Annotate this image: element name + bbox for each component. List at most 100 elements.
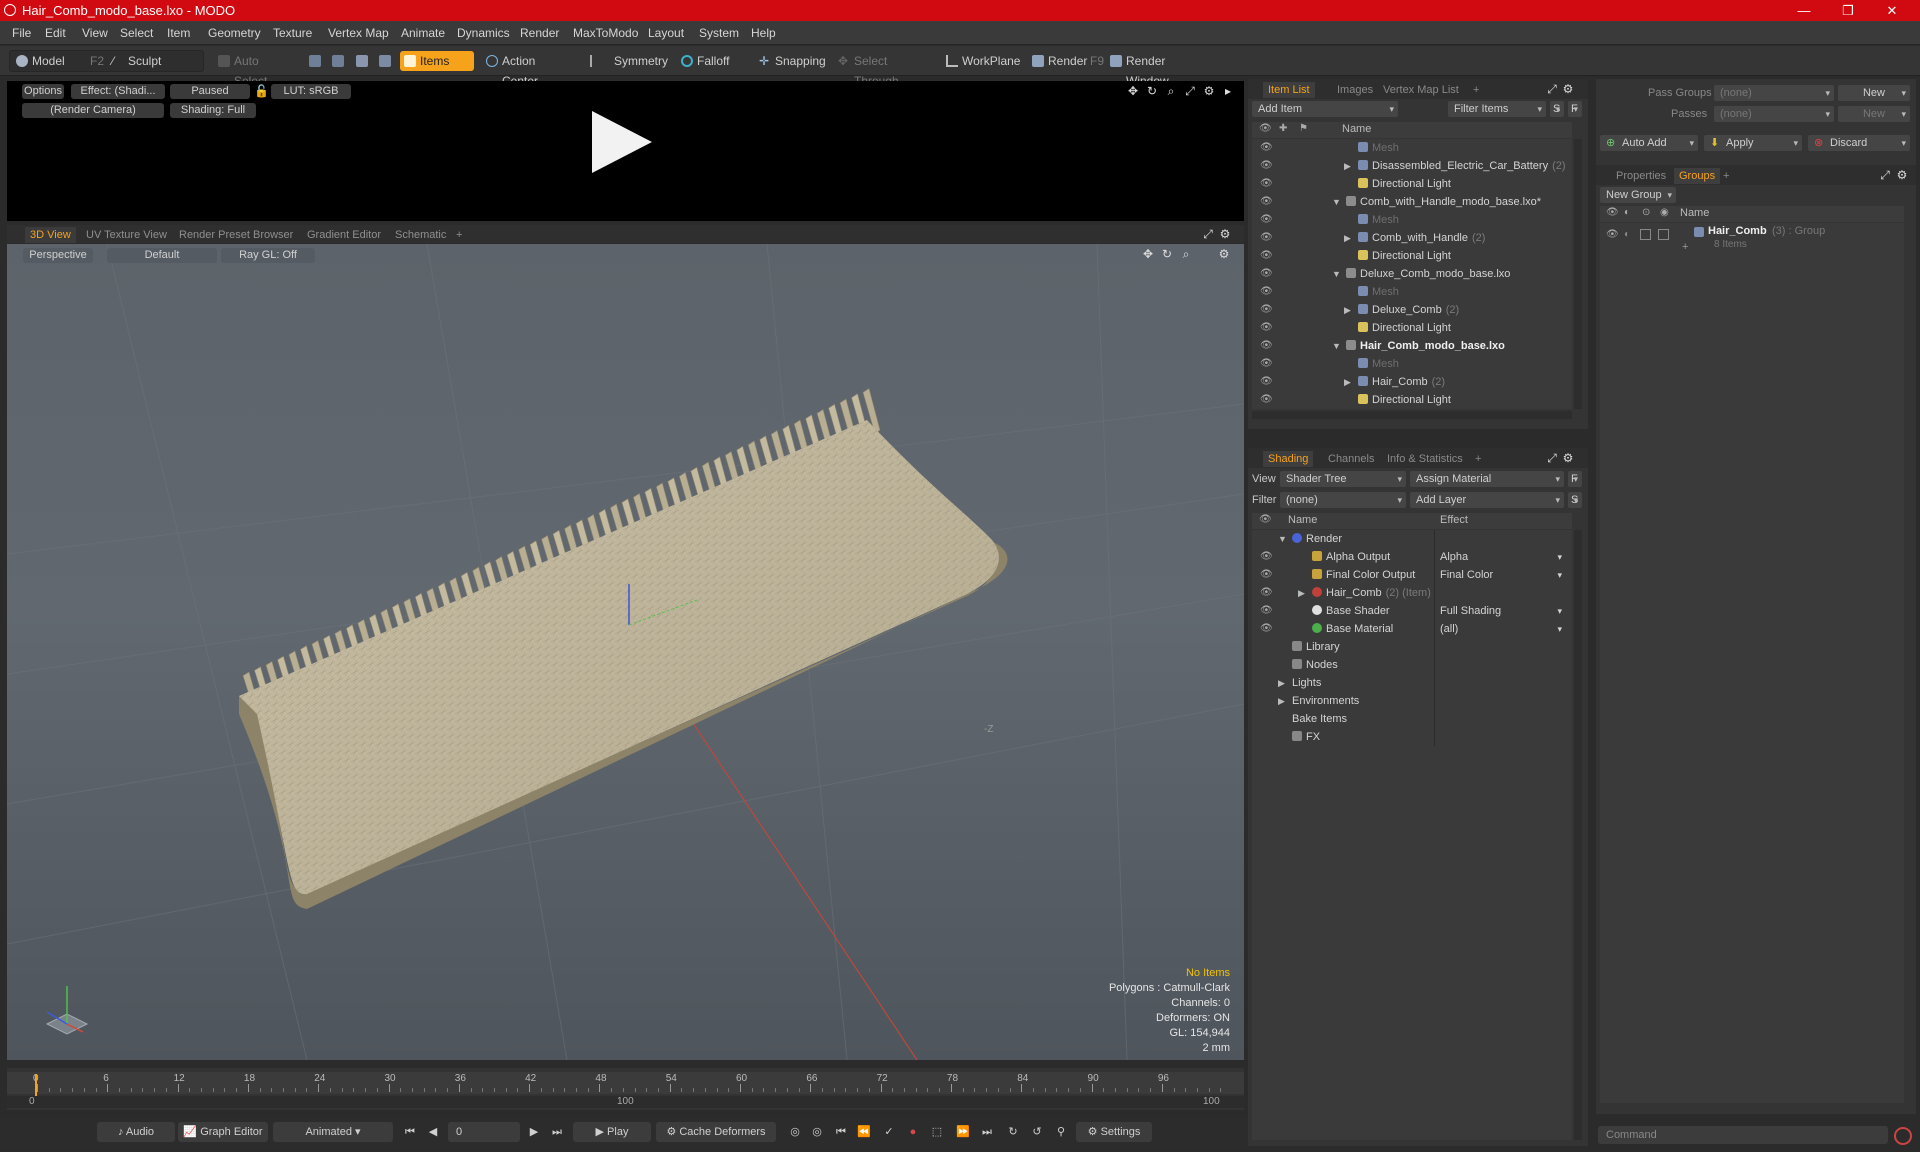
item-row[interactable]: 👁 Mesh (1252, 139, 1572, 157)
tab-groups[interactable]: Groups (1674, 168, 1721, 184)
sculpt-mode-button[interactable]: ⁄ Sculpt (108, 51, 198, 71)
tab-3d-view[interactable]: 3D View (25, 227, 76, 243)
edges-mode-button[interactable] (328, 51, 346, 71)
audio-button[interactable]: ♪ Audio (97, 1122, 175, 1142)
visibility-eye-icon[interactable]: 👁 (1260, 139, 1273, 157)
keyframes-icon[interactable]: ⬚ (928, 1122, 946, 1142)
falloff-button[interactable]: Falloff (677, 51, 743, 71)
shader-eye-icon[interactable]: 👁 (1260, 548, 1273, 566)
item-list-scrollbar[interactable] (1574, 139, 1582, 409)
rotate-icon[interactable]: ↻ (1146, 85, 1158, 97)
group-lock-checkbox[interactable] (1640, 229, 1651, 240)
pan-icon[interactable]: ✥ (1127, 85, 1139, 97)
menu-render[interactable]: Render (520, 26, 559, 40)
expand-arrow-icon[interactable]: ▶ (1298, 584, 1305, 602)
expand-arrow-icon[interactable]: ▶ (1278, 692, 1285, 710)
timeline-ruler[interactable] (7, 1072, 1244, 1094)
add-groups-tab[interactable]: + (1718, 168, 1734, 184)
auto-key-icon[interactable]: ◎ (808, 1122, 826, 1142)
groups-expand-icon[interactable]: ⤢ (1879, 169, 1891, 181)
item-row[interactable]: 👁 Directional Light (1252, 391, 1572, 409)
visibility-eye-icon[interactable]: 👁 (1260, 319, 1273, 337)
new-pass-button[interactable]: New (1838, 106, 1910, 122)
effect-dropdown[interactable]: Full Shading ▾ (1440, 602, 1566, 620)
viewport-gear-icon[interactable]: ⚙ (1219, 228, 1231, 240)
auto-select-button[interactable]: Auto Select (214, 51, 294, 88)
item-row[interactable]: 👁 ▶ Comb_with_Handle (2) (1252, 229, 1572, 247)
shading-f-button[interactable]: F (1568, 471, 1582, 487)
ray-gl-toggle[interactable]: Ray GL: Off (221, 248, 315, 263)
perspective-dropdown[interactable]: Perspective (23, 248, 93, 263)
apply-button[interactable]: ⬇ Apply (1704, 135, 1802, 151)
effect-dropdown[interactable]: Final Color ▾ (1440, 566, 1566, 584)
shader-eye-icon[interactable]: 👁 (1260, 602, 1273, 620)
tab-schematic[interactable]: Schematic (390, 227, 451, 243)
cache-deformers-button[interactable]: ⚙ Cache Deformers (656, 1122, 776, 1142)
group-select-checkbox[interactable] (1658, 229, 1669, 240)
item-row[interactable]: 👁 Directional Light (1252, 319, 1572, 337)
group-select-column-icon[interactable]: ◉ (1660, 207, 1669, 218)
first-frame-icon[interactable]: ⏮ (400, 1122, 420, 1142)
new-pass-group-button[interactable]: New (1838, 85, 1910, 101)
back-key-icon[interactable]: ⏪ (855, 1122, 873, 1142)
3d-viewport[interactable]: Perspective Default Ray GL: Off ✥ ↻ ⌕ ⚙ … (7, 244, 1244, 1060)
menu-system[interactable]: System (699, 26, 739, 40)
discard-button[interactable]: ⊗ Discard (1808, 135, 1910, 151)
model-mode-button[interactable]: Model F2 (12, 51, 107, 71)
item-list-expand-icon[interactable]: ⤢ (1546, 83, 1558, 95)
passes-dropdown[interactable]: (none) (1714, 106, 1834, 122)
item-list-f-button[interactable]: F (1568, 101, 1582, 117)
materials-mode-button[interactable] (375, 51, 393, 71)
tab-images[interactable]: Images (1332, 82, 1378, 98)
prev-key-icon[interactable]: ⏮ (832, 1122, 850, 1142)
shader-row[interactable]: ▶ Environments (1252, 692, 1572, 710)
last-frame-icon[interactable]: ⏭ (547, 1122, 567, 1142)
shader-tree-scrollbar[interactable] (1574, 530, 1582, 1140)
item-row[interactable]: 👁 ▶ Deluxe_Comb (2) (1252, 301, 1572, 319)
filter-items-field[interactable]: Filter Items (1448, 101, 1546, 117)
forward-key-icon[interactable]: ⏩ (954, 1122, 972, 1142)
item-row[interactable]: 👁 Directional Light (1252, 175, 1572, 193)
add-tab-button[interactable]: + (451, 227, 467, 243)
lock-column-icon[interactable]: ✚ (1279, 123, 1287, 134)
item-row[interactable]: 👁 Mesh (1252, 355, 1572, 373)
render-shading-dropdown[interactable]: Shading: Full (170, 103, 256, 118)
shader-visibility-column-icon[interactable]: 👁 (1259, 514, 1272, 525)
shader-view-dropdown[interactable]: Shader Tree (1280, 471, 1406, 487)
menu-file[interactable]: File (12, 26, 31, 40)
group-eye-icon[interactable]: 👁 (1606, 229, 1619, 240)
effect-dropdown[interactable]: (all) ▾ (1440, 620, 1566, 638)
shading-filter-dropdown[interactable]: (none) (1280, 492, 1406, 508)
visibility-eye-icon[interactable]: 👁 (1260, 391, 1273, 409)
expand-arrow-icon[interactable]: ▶ (1344, 301, 1351, 319)
next-key-icon[interactable]: ⏭ (978, 1122, 996, 1142)
shader-row[interactable]: 👁 Final Color Output Final Color ▾ (1252, 566, 1572, 584)
menu-layout[interactable]: Layout (648, 26, 684, 40)
shader-row[interactable]: 👁 Alpha Output Alpha ▾ (1252, 548, 1572, 566)
shading-s-button[interactable]: S (1568, 492, 1582, 508)
viewport-rotate-icon[interactable]: ↻ (1161, 248, 1173, 260)
options-icon[interactable]: ⚲ (1052, 1122, 1070, 1142)
shader-row[interactable]: FX (1252, 728, 1572, 746)
visibility-eye-icon[interactable]: 👁 (1260, 193, 1273, 211)
menu-view[interactable]: View (82, 26, 108, 40)
menu-help[interactable]: Help (751, 26, 776, 40)
group-row-hair-comb[interactable]: 👁 ◐ + Hair_Comb (3) : Group 8 Items (1600, 225, 1904, 257)
tab-properties[interactable]: Properties (1611, 168, 1671, 184)
playhead[interactable] (35, 1074, 37, 1096)
hair-comb-mesh[interactable] (239, 388, 1008, 910)
shader-row[interactable]: ▶ Lights (1252, 674, 1572, 692)
render-window-button[interactable]: Render Window (1106, 51, 1206, 88)
add-item-list-tab[interactable]: + (1468, 82, 1484, 98)
next-frame-icon[interactable]: ▶ (524, 1122, 544, 1142)
group-render-column-icon[interactable]: ◐ (1624, 207, 1630, 218)
zoom-icon[interactable]: ⌕ (1165, 85, 1177, 97)
maximize-view-icon[interactable]: ⤢ (1184, 85, 1196, 97)
prev-frame-icon[interactable]: ◀ (423, 1122, 443, 1142)
lock-icon[interactable]: 🔓 (254, 85, 269, 97)
symmetry-button[interactable]: Symmetry (586, 51, 668, 71)
visibility-eye-icon[interactable]: 👁 (1260, 157, 1273, 175)
sync-icon[interactable]: ↺ (1028, 1122, 1046, 1142)
polygons-mode-button[interactable] (352, 51, 370, 71)
settings-button[interactable]: ⚙ Settings (1076, 1122, 1152, 1142)
